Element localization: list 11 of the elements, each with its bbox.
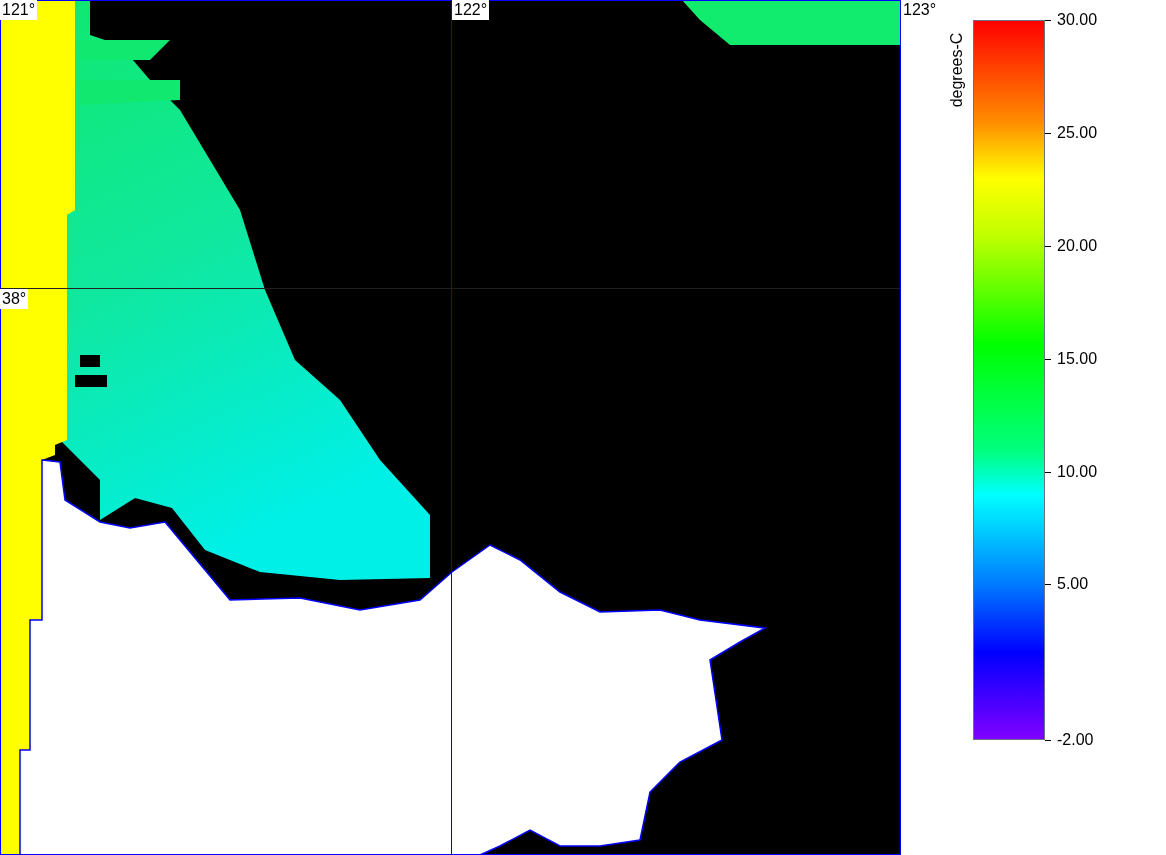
scale-tick-label: -2.00 bbox=[1057, 730, 1094, 750]
latitude-label: 38° bbox=[0, 289, 29, 309]
scale-tick-label: 30.00 bbox=[1057, 10, 1098, 30]
scale-tick-label: 25.00 bbox=[1057, 123, 1098, 143]
scale-tick-label: 10.00 bbox=[1057, 462, 1098, 482]
longitude-label: 121° bbox=[0, 0, 38, 20]
scale-tick-label: 20.00 bbox=[1057, 236, 1098, 256]
scale-tick-label: 5.00 bbox=[1057, 574, 1089, 594]
longitude-label: 122° bbox=[452, 0, 490, 20]
scale-tick-label: 15.00 bbox=[1057, 349, 1098, 369]
color-scale-title: degrees-C bbox=[947, 31, 966, 110]
